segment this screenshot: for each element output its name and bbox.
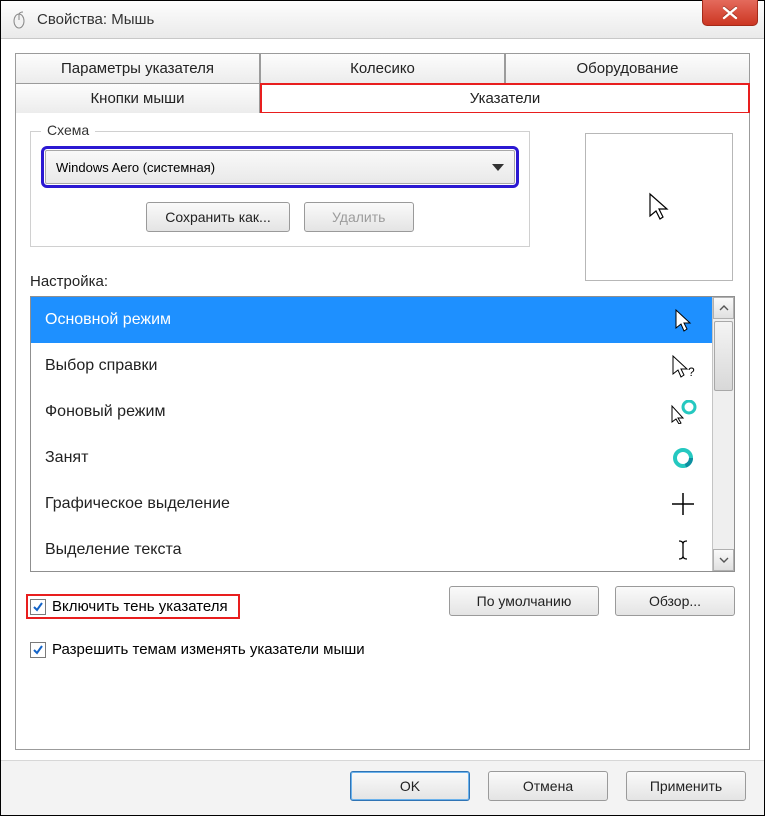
list-item[interactable]: Выбор справки ? xyxy=(31,343,712,389)
scrollbar[interactable] xyxy=(712,297,734,571)
tab-wheel[interactable]: Колесико xyxy=(260,53,505,84)
cancel-button[interactable]: Отмена xyxy=(488,771,608,801)
scroll-track[interactable] xyxy=(713,319,734,549)
list-item[interactable]: Графическое выделение xyxy=(31,481,712,527)
arrow-cursor-icon xyxy=(647,192,671,222)
checkbox[interactable] xyxy=(30,642,46,658)
cursor-list[interactable]: Основной режим Выбор справки ? xyxy=(31,297,712,571)
dialog-content: Параметры указателя Колесико Оборудовани… xyxy=(1,39,764,760)
cursor-preview xyxy=(585,133,733,281)
scroll-down-button[interactable] xyxy=(713,549,734,571)
list-item[interactable]: Фоновый режим xyxy=(31,389,712,435)
save-as-button[interactable]: Сохранить как... xyxy=(146,202,289,232)
list-item[interactable]: Занят xyxy=(31,435,712,481)
arrow-cursor-icon xyxy=(668,308,698,332)
use-default-button[interactable]: По умолчанию xyxy=(449,586,599,616)
enable-shadow-checkbox-row[interactable]: Включить тень указателя xyxy=(30,598,236,615)
mouse-icon xyxy=(9,10,29,30)
scheme-fieldset: Схема Windows Aero (системная) Сохранить… xyxy=(30,131,530,247)
checkbox[interactable] xyxy=(30,599,46,615)
tab-panel-pointers: Схема Windows Aero (системная) Сохранить… xyxy=(15,113,750,750)
scroll-up-button[interactable] xyxy=(713,297,734,319)
scroll-thumb[interactable] xyxy=(714,321,733,391)
scheme-legend: Схема xyxy=(41,122,95,138)
tab-hardware[interactable]: Оборудование xyxy=(505,53,750,84)
precision-cursor-icon xyxy=(668,492,698,516)
cursor-listbox: Основной режим Выбор справки ? xyxy=(30,296,735,572)
dialog-button-bar: OK Отмена Применить xyxy=(1,760,764,815)
arrow-busy-cursor-icon xyxy=(668,400,698,424)
scheme-selected-value: Windows Aero (системная) xyxy=(56,160,215,175)
ok-button[interactable]: OK xyxy=(350,771,470,801)
browse-button[interactable]: Обзор... xyxy=(615,586,735,616)
busy-cursor-icon xyxy=(668,447,698,469)
tab-pointers[interactable]: Указатели xyxy=(260,83,750,114)
tab-pointer-options[interactable]: Параметры указателя xyxy=(15,53,260,84)
text-cursor-icon xyxy=(668,538,698,562)
mouse-properties-dialog: Свойства: Мышь Параметры указателя Колес… xyxy=(0,0,765,816)
tab-buttons[interactable]: Кнопки мыши xyxy=(15,83,260,114)
svg-text:?: ? xyxy=(688,365,695,378)
close-button[interactable] xyxy=(702,0,758,26)
list-item[interactable]: Основной режим xyxy=(31,297,712,343)
list-item[interactable]: Выделение текста xyxy=(31,527,712,571)
apply-button[interactable]: Применить xyxy=(626,771,746,801)
chevron-down-icon xyxy=(492,164,504,171)
tab-strip: Параметры указателя Колесико Оборудовани… xyxy=(15,53,750,113)
titlebar: Свойства: Мышь xyxy=(1,1,764,39)
delete-scheme-button: Удалить xyxy=(304,202,414,232)
arrow-help-cursor-icon: ? xyxy=(668,354,698,378)
window-title: Свойства: Мышь xyxy=(37,11,154,28)
scheme-dropdown[interactable]: Windows Aero (системная) xyxy=(45,150,515,184)
allow-themes-checkbox-row[interactable]: Разрешить темам изменять указатели мыши xyxy=(30,641,365,658)
